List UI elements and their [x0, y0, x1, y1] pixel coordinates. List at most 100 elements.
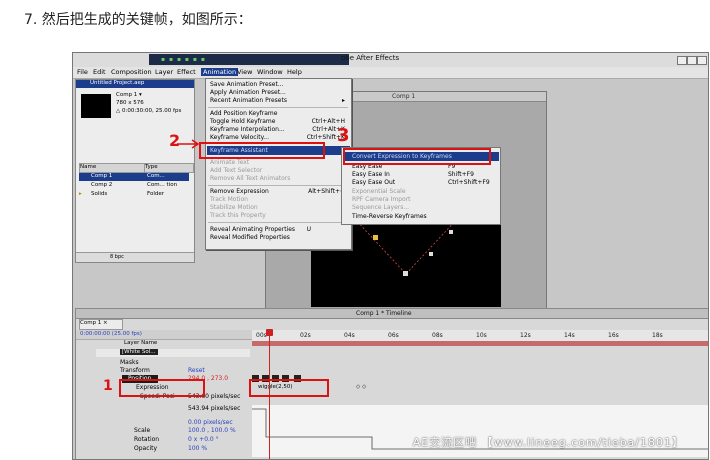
column-name-label: Name [80, 164, 97, 170]
menu-edit[interactable]: Edit [93, 68, 106, 76]
bit-depth-label[interactable]: 8 bpc [110, 254, 124, 260]
column-type-label: Type [145, 164, 158, 170]
scale-value[interactable]: 100.0 , 100.0 % [188, 427, 236, 434]
menu-item-sequence-layers[interactable]: Sequence Layers... [352, 204, 409, 211]
menu-item-reveal-animating[interactable]: Reveal Animating Properties [210, 226, 295, 233]
transform-group[interactable]: Transform [120, 367, 150, 374]
playhead-icon[interactable] [266, 329, 273, 336]
menu-item-rpf-camera-import[interactable]: RPF Camera Import [352, 196, 411, 203]
menubar: File Edit Composition Layer Effect Anima… [73, 67, 708, 79]
minimize-icon[interactable] [677, 56, 687, 65]
menu-view[interactable]: View [237, 68, 252, 76]
menu-file[interactable]: File [77, 68, 88, 76]
ruler-tick: 08s [432, 332, 443, 339]
annotation-1: 1 [103, 378, 113, 394]
shortcut-text: Shift+F9 [448, 171, 474, 178]
step-caption: 7. 然后把生成的关键帧，如图所示： [24, 12, 252, 28]
close-icon[interactable] [697, 56, 707, 65]
speed-bottom-value: 0.00 pixels/sec [188, 419, 233, 426]
menu-item-keyframe-velocity[interactable]: Keyframe Velocity... [210, 134, 269, 141]
project-item[interactable]: Comp 1 Com... [79, 173, 189, 181]
menu-item-track-property[interactable]: Track this Property [210, 212, 266, 219]
maximize-icon[interactable] [687, 56, 697, 65]
highlight-keyframe-buttons [249, 379, 329, 397]
comp-title: Comp 1 [392, 93, 416, 100]
timeline-title-bar: Comp 1 * Timeline [76, 309, 708, 319]
highlight-position-row [119, 379, 205, 397]
menu-item-easy-ease-out[interactable]: Easy Ease Out [352, 179, 395, 186]
project-item[interactable]: ▸ Solids Folder [79, 191, 189, 199]
project-item-name: Comp 1 [91, 173, 113, 179]
speed-mid-value: 543.94 pixels/sec [188, 405, 241, 412]
project-info-name: Comp 1 ▾ [116, 92, 142, 98]
opacity-property[interactable]: Opacity [134, 445, 157, 452]
rotation-property[interactable]: Rotation [134, 436, 159, 443]
project-item-type: Com... [147, 173, 165, 179]
menu-animation[interactable]: Animation [201, 68, 239, 76]
ae-screenshot: ▪ ▪ ▪ ▪ ▪ ▪ obe After Effects File Edit … [72, 52, 709, 460]
layer-row[interactable]: [White Sol... [96, 349, 250, 357]
comp-thumbnail [81, 94, 111, 118]
watermark: AE交流区吧 【www.lineeg.com/tieba/1801】 [412, 436, 684, 449]
submenu-arrow-icon: ▸ [341, 97, 345, 104]
shortcut-text: Ctrl+Shift+F9 [448, 179, 490, 186]
annotation-arrow-icon [177, 139, 200, 149]
column-header-type[interactable]: Type [144, 163, 194, 173]
menu-item-recent-presets[interactable]: Recent Animation Presets [210, 97, 287, 104]
menu-window[interactable]: Window [257, 68, 283, 76]
scale-property[interactable]: Scale [134, 427, 150, 434]
project-footer: 8 bpc [76, 252, 194, 262]
masks-group[interactable]: Masks [120, 359, 139, 366]
menu-help[interactable]: Help [287, 68, 302, 76]
project-panel: Untitled Project.aep Comp 1 ▾ 780 x 576 … [75, 79, 195, 263]
menu-item-exponential-scale[interactable]: Exponential Scale [352, 188, 406, 195]
opacity-value[interactable]: 100 % [188, 445, 207, 452]
menu-item-remove-text-animators[interactable]: Remove All Text Animators [210, 175, 290, 182]
highlight-convert-expression [343, 148, 491, 165]
ruler-tick: 16s [608, 332, 619, 339]
layer-duration-bar[interactable] [252, 341, 708, 346]
shortcut-text: Ctrl+Alt+H [311, 118, 345, 125]
shortcut-text: Alt+Shift+= [308, 188, 345, 195]
menu-item-easy-ease-in[interactable]: Easy Ease In [352, 171, 390, 178]
shortcut-text: U [306, 226, 311, 233]
taskbar-glyphs: ▪ ▪ ▪ ▪ ▪ ▪ [161, 56, 206, 63]
menu-composition[interactable]: Composition [111, 68, 152, 76]
menu-item-apply-preset[interactable]: Apply Animation Preset... [210, 89, 286, 96]
menu-item-track-motion[interactable]: Track Motion [210, 196, 248, 203]
app-title-bar: ▪ ▪ ▪ ▪ ▪ ▪ obe After Effects [73, 53, 708, 68]
column-header-name[interactable]: Name [79, 163, 145, 173]
project-item[interactable]: Comp 2 Com... tion [79, 182, 189, 190]
layer-name-header: Layer Name [124, 340, 158, 346]
menu-item-add-text-selector[interactable]: Add Text Selector [210, 167, 262, 174]
menu-item-keyframe-interpolation[interactable]: Keyframe Interpolation... [210, 126, 285, 133]
timeline-title: Comp 1 * Timeline [356, 310, 412, 317]
project-item-type: Folder [147, 191, 164, 197]
ruler-tick: 12s [520, 332, 531, 339]
menu-item-time-reverse[interactable]: Time-Reverse Keyframes [352, 213, 427, 220]
ruler-tick: 06s [388, 332, 399, 339]
ruler-tick: 18s [652, 332, 663, 339]
menu-item-remove-expression[interactable]: Remove Expression [210, 188, 269, 195]
current-time[interactable]: 0:00:00:00 (25.00 fps) [80, 331, 142, 337]
tab-label: Comp 1 × [80, 320, 108, 326]
project-item-name: Solids [91, 191, 108, 197]
menu-effect[interactable]: Effect [177, 68, 196, 76]
menu-layer[interactable]: Layer [155, 68, 173, 76]
rotation-value[interactable]: 0 x +0.0 ° [188, 436, 219, 443]
menu-item-toggle-hold-keyframe[interactable]: Toggle Hold Keyframe [210, 118, 275, 125]
menu-item-stabilize-motion[interactable]: Stabilize Motion [210, 204, 258, 211]
folder-icon: ▸ [79, 191, 82, 197]
tab-comp-1[interactable]: Comp 1 × [79, 319, 123, 330]
reset-link[interactable]: Reset [188, 367, 205, 374]
menu-item-add-position-keyframe[interactable]: Add Position Keyframe [210, 110, 277, 117]
menu-item-reveal-modified[interactable]: Reveal Modified Properties [210, 234, 290, 241]
project-item-type: Com... tion [147, 182, 178, 188]
menu-separator [208, 222, 348, 223]
menu-item-animate-text[interactable]: Animate Text [210, 159, 249, 166]
ruler-tick: 14s [564, 332, 575, 339]
annotation-3: 3 [337, 125, 350, 146]
menu-item-save-preset[interactable]: Save Animation Preset... [210, 81, 284, 88]
keyframe-marker-icon: ◇ ◇ [356, 384, 367, 390]
project-title-bar: Untitled Project.aep [76, 80, 194, 88]
